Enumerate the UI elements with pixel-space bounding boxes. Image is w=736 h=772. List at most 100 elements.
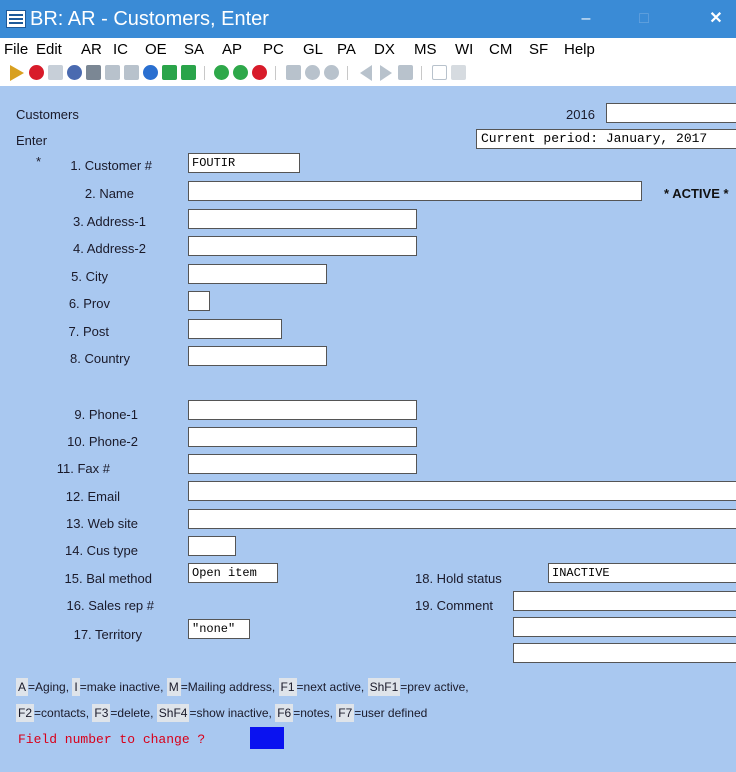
key-m[interactable]: M bbox=[166, 678, 181, 696]
settings-icon[interactable] bbox=[67, 65, 82, 80]
menu-ap[interactable]: AP bbox=[222, 41, 242, 59]
hold-status-field[interactable]: INACTIVE bbox=[548, 563, 736, 583]
field-label-name: 2. Name bbox=[84, 186, 134, 201]
menu-ms[interactable]: MS bbox=[414, 41, 437, 59]
key-f2-desc: =contacts, bbox=[34, 706, 93, 720]
field-label-sales-rep: 16. Sales rep # bbox=[66, 598, 154, 613]
address-2-field[interactable] bbox=[188, 236, 417, 256]
field-label-country: 8. Country bbox=[70, 351, 130, 366]
menu-cm[interactable]: CM bbox=[489, 41, 512, 59]
menu-ar[interactable]: AR bbox=[81, 41, 102, 59]
minimize-button[interactable]: – bbox=[566, 6, 606, 32]
go-icon[interactable] bbox=[233, 65, 248, 80]
key-f3[interactable]: F3 bbox=[92, 704, 111, 722]
refresh-icon[interactable] bbox=[214, 65, 229, 80]
menu-pc[interactable]: PC bbox=[263, 41, 284, 59]
close-circle-icon[interactable] bbox=[252, 65, 267, 80]
key-i[interactable]: I bbox=[72, 678, 80, 696]
key-f6[interactable]: F6 bbox=[275, 704, 294, 722]
menu-wi[interactable]: WI bbox=[455, 41, 473, 59]
menu-sa[interactable]: SA bbox=[184, 41, 204, 59]
key-shf1[interactable]: ShF1 bbox=[367, 678, 401, 696]
key-f7[interactable]: F7 bbox=[336, 704, 355, 722]
menu-gl[interactable]: GL bbox=[303, 41, 323, 59]
screen-name: Customers bbox=[16, 107, 79, 122]
prev-icon[interactable] bbox=[360, 65, 372, 81]
field-label-city: 5. City bbox=[71, 269, 108, 284]
menu-oe[interactable]: OE bbox=[145, 41, 167, 59]
prov-field[interactable] bbox=[188, 291, 210, 311]
key-f2[interactable]: F2 bbox=[16, 704, 35, 722]
key-m-desc: =Mailing address, bbox=[180, 680, 279, 694]
key-shf1-desc: =prev active, bbox=[400, 680, 469, 694]
post-field[interactable] bbox=[188, 319, 282, 339]
copy-icon[interactable] bbox=[451, 65, 466, 80]
cancel-icon[interactable] bbox=[124, 65, 139, 80]
key-a[interactable]: A bbox=[16, 678, 29, 696]
field-label-address-2: 4. Address-2 bbox=[73, 241, 146, 256]
name-field[interactable] bbox=[188, 181, 642, 201]
keyboard-icon[interactable] bbox=[86, 65, 101, 80]
undo-icon[interactable] bbox=[143, 65, 158, 80]
arrow-down-icon[interactable] bbox=[181, 65, 196, 80]
toolbar-separator bbox=[347, 66, 348, 80]
run-icon[interactable] bbox=[10, 65, 24, 81]
address-1-field[interactable] bbox=[188, 209, 417, 229]
key-shf4[interactable]: ShF4 bbox=[156, 704, 190, 722]
field-label-customer-number: 1. Customer # bbox=[70, 158, 152, 173]
key-shf4-desc: =show inactive, bbox=[189, 706, 276, 720]
menu-help[interactable]: Help bbox=[564, 41, 595, 59]
menu-ic[interactable]: IC bbox=[113, 41, 128, 59]
menu-sf[interactable]: SF bbox=[529, 41, 548, 59]
input-cursor[interactable] bbox=[250, 727, 284, 749]
fax-field[interactable] bbox=[188, 454, 417, 474]
screen-mode: Enter bbox=[16, 133, 48, 148]
find-icon[interactable] bbox=[324, 65, 339, 80]
cus-type-field[interactable] bbox=[188, 536, 236, 556]
check-icon[interactable] bbox=[105, 65, 120, 80]
comment-field-3[interactable] bbox=[513, 643, 736, 663]
field-label-bal-method: 15. Bal method bbox=[64, 571, 152, 586]
field-label-phone-1: 9. Phone-1 bbox=[74, 407, 138, 422]
tools-icon[interactable] bbox=[48, 65, 63, 80]
city-field[interactable] bbox=[188, 264, 327, 284]
key-help-line-2: F2 =contacts, F3 =delete, ShF4 =show inacti… bbox=[16, 704, 427, 722]
key-f6-desc: =notes, bbox=[293, 706, 337, 720]
field-label-territory: 17. Territory bbox=[73, 627, 142, 642]
email-field[interactable] bbox=[188, 481, 736, 501]
menu-pa[interactable]: PA bbox=[337, 41, 356, 59]
next-icon[interactable] bbox=[380, 65, 392, 81]
field-label-fax: 11. Fax # bbox=[56, 461, 110, 476]
key-f1[interactable]: F1 bbox=[278, 678, 297, 696]
page-icon[interactable] bbox=[432, 65, 447, 80]
phone-1-field[interactable] bbox=[188, 400, 417, 420]
title-bar[interactable]: BR: AR - Customers, Enter – □ ✕ bbox=[0, 0, 736, 38]
territory-field[interactable]: "none" bbox=[188, 619, 250, 639]
comment-field-2[interactable] bbox=[513, 617, 736, 637]
field-label-cus-type: 14. Cus type bbox=[65, 543, 138, 558]
key-f7-desc: =user defined bbox=[354, 706, 428, 720]
toolbar-separator bbox=[275, 66, 276, 80]
app-icon bbox=[6, 10, 26, 28]
print-icon[interactable] bbox=[398, 65, 413, 80]
bal-method-field[interactable]: Open item bbox=[188, 563, 278, 583]
web-site-field[interactable] bbox=[188, 509, 736, 529]
customer-number-field[interactable]: FOUTIR bbox=[188, 153, 300, 173]
year-field[interactable] bbox=[606, 103, 736, 123]
menu-dx[interactable]: DX bbox=[374, 41, 395, 59]
maximize-button[interactable]: □ bbox=[624, 6, 664, 32]
arrow-up-icon[interactable] bbox=[162, 65, 177, 80]
menu-edit[interactable]: Edit bbox=[36, 41, 62, 59]
current-period: Current period: January, 2017 bbox=[476, 129, 736, 149]
menu-file[interactable]: File bbox=[4, 41, 28, 59]
zoom-icon[interactable] bbox=[305, 65, 320, 80]
binoculars-icon[interactable] bbox=[286, 65, 301, 80]
key-f3-desc: =delete, bbox=[110, 706, 157, 720]
close-button[interactable]: ✕ bbox=[696, 6, 736, 32]
field-label-web-site: 13. Web site bbox=[65, 516, 138, 531]
country-field[interactable] bbox=[188, 346, 327, 366]
toolbar-separator bbox=[204, 66, 205, 80]
stop-icon[interactable] bbox=[29, 65, 44, 80]
comment-field-1[interactable] bbox=[513, 591, 736, 611]
phone-2-field[interactable] bbox=[188, 427, 417, 447]
